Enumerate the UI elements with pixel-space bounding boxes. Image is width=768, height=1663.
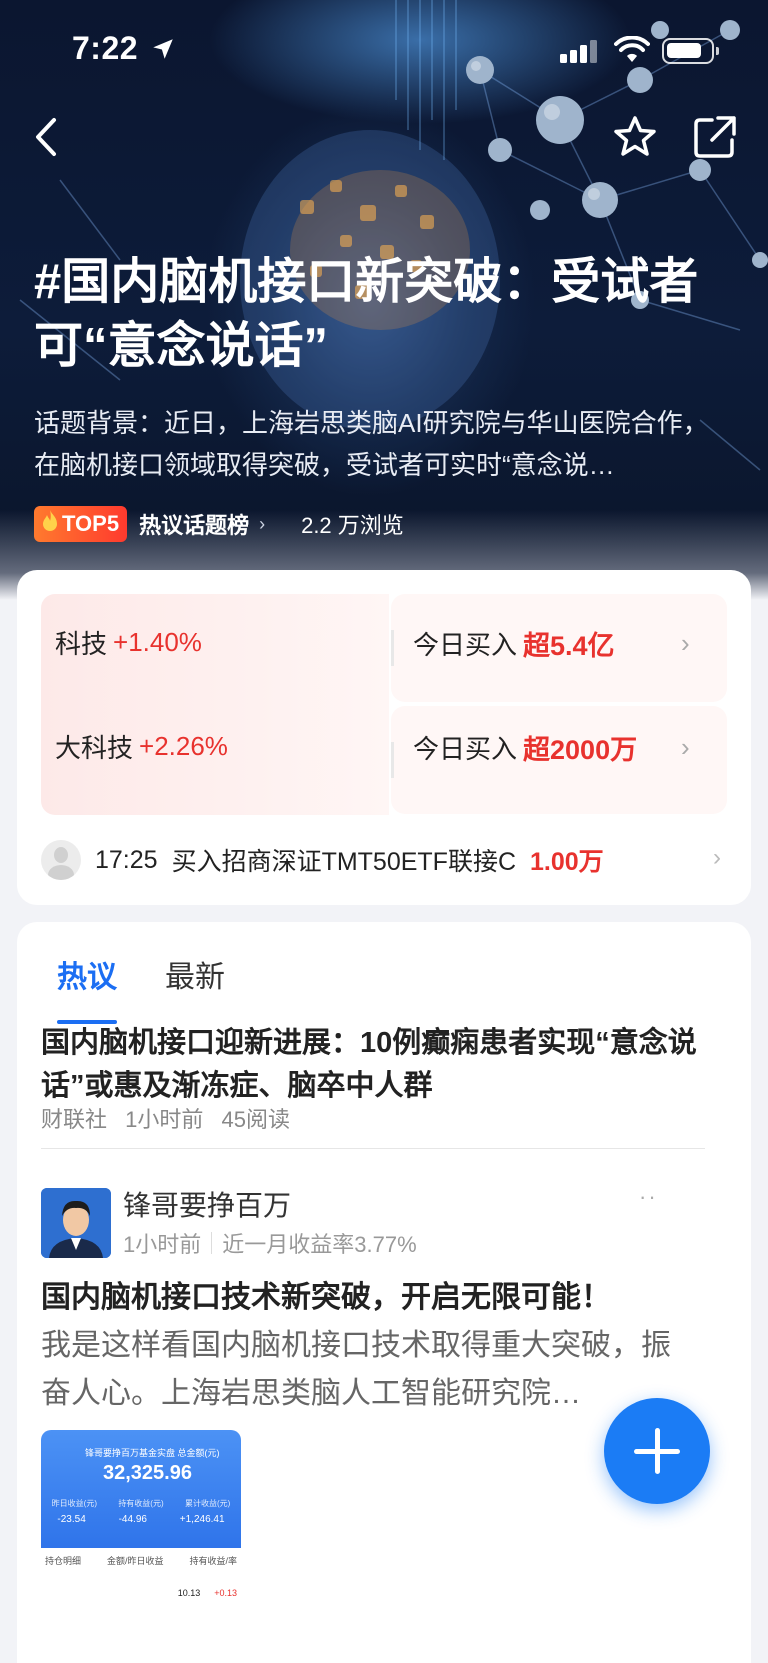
topic-hot-row: TOP5 热议话题榜 › 2.2 万浏览 [34, 506, 404, 542]
author-name[interactable]: 锋哥要挣百万 [123, 1184, 291, 1224]
sector-big-tech[interactable]: 大科技 +2.26% [55, 728, 228, 765]
cellular-signal-icon [560, 40, 597, 63]
post-body[interactable]: 我是这样看国内脑机接口技术取得重大突破，振奋人心。上海岩思类脑人工智能研究院… [41, 1322, 691, 1418]
trade-time: 17:25 [95, 845, 158, 874]
tab-hot[interactable]: 热议 [57, 948, 117, 1024]
back-chevron-left-icon[interactable] [28, 112, 68, 162]
author-return: 近一月收益率3.77% [222, 1232, 417, 1257]
thumbnail-caption: 锋哥要挣百万基金实盘 总金额(元) [85, 1448, 220, 1458]
thumbnail-value: -44.96 [118, 1514, 147, 1525]
sector-summary-card: 科技 +1.40% 大科技 +2.26% 今日买入 超5.4亿 › 今日买入 超 [17, 570, 751, 905]
sector-tech-buy: 今日买入 超5.4亿 [413, 624, 615, 663]
thumbnail-table-header: 持仓明细 金额/昨日收益 持有收益/率 [41, 1554, 241, 1567]
discussion-feed-card: 热议 最新 国内脑机接口迎新进展：10例癫痫患者实现“意念说话”或惠及渐冻症、脑… [17, 922, 751, 1663]
sector-tech[interactable]: 科技 +1.40% [55, 624, 202, 661]
chevron-right-icon: › [713, 844, 721, 871]
favorite-star-icon[interactable] [610, 112, 660, 162]
chevron-right-icon: › [681, 732, 690, 762]
thumbnail-label: 累计收益(元) [184, 1499, 231, 1508]
topic-title: #国内脑机接口新突破：受试者可“意念说话” [34, 255, 699, 373]
thumbnail-value: -23.54 [57, 1514, 86, 1525]
buy-label: 今日买入 [413, 734, 518, 764]
post-image-thumbnail[interactable]: 锋哥要挣百万基金实盘 总金额(元) 32,325.96 昨日收益(元) 持有收益… [41, 1430, 241, 1663]
post-meta: 1小时前 近一月收益率3.77% [123, 1227, 417, 1259]
post-time: 1小时前 [123, 1232, 202, 1257]
news-time: 1小时前 [125, 1107, 204, 1132]
thumbnail-label: 昨日收益(元) [51, 1499, 97, 1508]
thumbnail-total: 32,325.96 [103, 1462, 192, 1484]
divider [391, 630, 394, 666]
topic-page: 7:22 #国内脑机接口新突破：受试者可“意念说话” 话题背景：近日，上海岩思类… [0, 0, 768, 1663]
hot-topic-ranking-link[interactable]: 热议话题榜 [139, 508, 249, 540]
thumbnail-cell: 10.13 [177, 1588, 201, 1598]
news-meta: 财联社 1小时前 45阅读 [41, 1102, 302, 1134]
person-portrait-image [41, 1188, 111, 1258]
sector-change: +2.26% [139, 731, 228, 761]
chevron-right-icon: › [259, 513, 266, 534]
status-bar: 7:22 [0, 0, 768, 100]
sector-big-tech-buy-panel[interactable]: 今日买入 超2000万 › [391, 706, 727, 814]
battery-icon [662, 38, 719, 64]
news-title[interactable]: 国内脑机接口迎新进展：10例癫痫患者实现“意念说话”或惠及渐冻症、脑卒中人群 [41, 1022, 701, 1108]
thumbnail-header-cell: 持有收益/率 [189, 1556, 237, 1566]
buy-label: 今日买入 [413, 630, 518, 660]
flame-icon [40, 509, 60, 539]
sector-big-tech-buy: 今日买入 超2000万 [413, 728, 637, 767]
topic-description[interactable]: 话题背景：近日，上海岩思类脑AI研究院与华山医院合作，在脑机接口领域取得突破，受… [34, 402, 724, 486]
thumbnail-cell: +0.13 [214, 1588, 237, 1598]
trade-amount: 1.00万 [530, 848, 604, 876]
divider [41, 1148, 705, 1149]
thumbnail-labels: 昨日收益(元) 持有收益(元) 累计收益(元) [41, 1498, 241, 1509]
recent-trade-ticker[interactable]: 17:25 买入招商深证TMT50ETF联接C 1.00万 › [41, 832, 727, 888]
chevron-right-icon: › [681, 628, 690, 658]
more-options-icon[interactable]: ·· [639, 1184, 658, 1210]
user-avatar-placeholder-icon [41, 840, 81, 880]
news-reads: 45阅读 [221, 1107, 290, 1132]
sector-tech-buy-panel[interactable]: 今日买入 超5.4亿 › [391, 594, 727, 702]
wifi-icon [614, 36, 650, 62]
top-rank-label: TOP5 [62, 511, 120, 536]
status-time: 7:22 [72, 30, 139, 66]
thumbnail-header-cell: 金额/昨日收益 [106, 1556, 164, 1566]
thumbnail-table-row: 10.13 +0.13 [41, 1588, 241, 1598]
news-source: 财联社 [41, 1107, 108, 1132]
thumbnail-label: 持有收益(元) [118, 1499, 164, 1508]
feed-tabs: 热议 最新 [57, 948, 273, 1024]
divider [211, 1232, 213, 1254]
divider [391, 742, 394, 778]
view-count: 2.2 万浏览 [301, 513, 404, 538]
sector-grid: 科技 +1.40% 大科技 +2.26% 今日买入 超5.4亿 › 今日买入 超 [41, 594, 727, 815]
tab-latest[interactable]: 最新 [165, 948, 225, 1010]
sector-change: +1.40% [113, 627, 202, 657]
sector-name: 科技 [55, 629, 108, 659]
location-arrow-icon [153, 39, 173, 59]
thumbnail-values: -23.54 -44.96 +1,246.41 [41, 1514, 241, 1525]
compose-plus-icon[interactable] [604, 1398, 710, 1504]
sector-name: 大科技 [55, 733, 134, 763]
author-avatar[interactable] [41, 1188, 111, 1258]
thumbnail-header-cell: 持仓明细 [45, 1556, 82, 1566]
buy-amount: 超5.4亿 [523, 631, 615, 661]
top-rank-badge: TOP5 [34, 506, 128, 542]
post-title[interactable]: 国内脑机接口技术新突破，开启无限可能！ [41, 1272, 611, 1316]
thumbnail-header: 锋哥要挣百万基金实盘 总金额(元) 32,325.96 昨日收益(元) 持有收益… [41, 1430, 241, 1548]
trade-text: 买入招商深证TMT50ETF联接C [171, 848, 517, 876]
buy-amount: 超2000万 [523, 735, 638, 765]
share-icon[interactable] [690, 112, 740, 162]
thumbnail-value: +1,246.41 [179, 1514, 225, 1525]
